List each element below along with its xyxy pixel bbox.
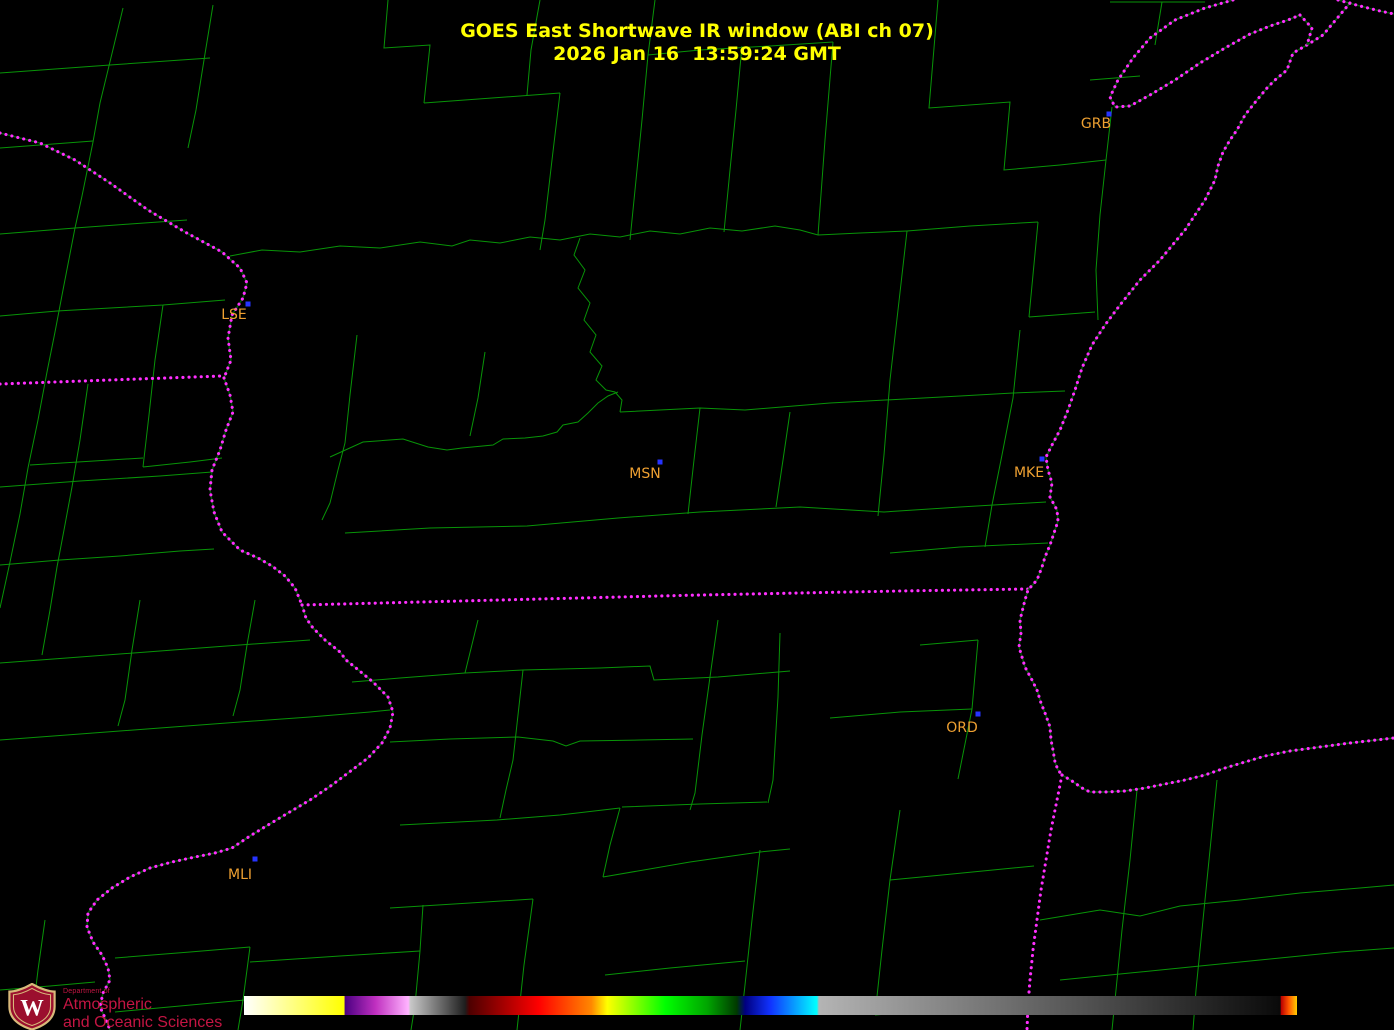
crest-letter: W	[20, 996, 44, 1022]
image-title-block: GOES East Shortwave IR window (ABI ch 07…	[0, 20, 1394, 66]
uw-aos-logo: W Department of Atmospheric and Oceanic …	[7, 983, 222, 1030]
county-boundary-line	[322, 443, 345, 520]
station-dot-ORD	[976, 712, 981, 717]
county-boundary-line	[890, 543, 1048, 553]
county-boundary-line	[1029, 312, 1095, 317]
county-boundary-line	[352, 666, 790, 682]
county-boundary-line	[424, 93, 560, 103]
county-boundary-line	[0, 472, 212, 487]
county-boundary-line	[115, 947, 250, 958]
mississippi-river-lower-dotted	[87, 605, 393, 1030]
wi-il-border-dotted	[302, 589, 1028, 605]
county-boundary-line	[776, 412, 790, 507]
station-label-MSN: MSN	[629, 466, 660, 482]
station-label-MKE: MKE	[1014, 465, 1044, 481]
lake-michigan-west-shore-dotted	[1019, 3, 1350, 775]
county-boundary-line	[250, 951, 420, 962]
mississippi-river-mid-dotted	[210, 378, 302, 605]
station-label-MLI: MLI	[228, 867, 252, 883]
county-boundary-line	[30, 458, 143, 465]
mississippi-river-upper-dotted	[0, 133, 247, 378]
county-boundary-line	[620, 399, 905, 412]
station-label-LSE: LSE	[221, 307, 247, 323]
lake-michigan-west-shore-shoreline	[1019, 3, 1350, 775]
county-boundary-line	[390, 899, 533, 908]
ir-enhancement-colorbar	[244, 996, 1297, 1015]
county-boundary-line	[345, 335, 357, 443]
county-boundary-line	[118, 600, 140, 726]
county-boundary-line	[540, 93, 560, 250]
county-boundary-line	[1193, 780, 1217, 1030]
county-boundary-line	[0, 311, 57, 316]
logo-name-line1: Atmospheric	[63, 997, 222, 1013]
county-boundary-line	[345, 502, 1046, 533]
county-boundary-line	[57, 300, 225, 311]
county-boundary-line	[985, 330, 1020, 547]
county-boundary-line	[1090, 76, 1140, 80]
mn-ia-border-dotted	[0, 376, 222, 384]
county-boundary-line	[690, 620, 718, 810]
county-boundary-line	[724, 46, 742, 232]
logo-name-line2: and Oceanic Sciences	[63, 1015, 222, 1030]
county-boundary-line	[143, 458, 222, 467]
county-boundary-line	[818, 231, 907, 235]
lake-michigan-south-shore-dotted	[1062, 738, 1394, 792]
lake-michigan-south-shore-shoreline	[1062, 738, 1394, 792]
mississippi-river-upper-shoreline	[0, 133, 247, 378]
county-boundary-line	[622, 802, 767, 807]
county-boundary-line	[878, 231, 907, 516]
county-boundary-line	[42, 384, 88, 655]
map-canvas: GRB LSE MSN MKE ORD MLI	[0, 0, 1394, 1030]
il-in-border-dotted	[1027, 775, 1062, 1030]
county-boundary-line	[0, 710, 390, 740]
county-boundary-line	[875, 810, 900, 1015]
county-boundary-line	[1096, 107, 1112, 320]
county-boundary-line	[400, 808, 620, 825]
county-boundary-line	[233, 600, 255, 716]
county-boundary-line	[238, 947, 250, 1030]
county-boundary-line	[500, 670, 523, 818]
county-boundary-line	[920, 640, 978, 645]
county-boundary-line	[1060, 948, 1394, 980]
county-boundary-line	[465, 620, 478, 673]
county-boundary-line	[230, 226, 818, 256]
county-boundary-line	[603, 808, 620, 877]
county-boundary-line	[0, 228, 75, 234]
county-boundary-line	[890, 866, 1034, 880]
station-label-GRB: GRB	[1081, 116, 1111, 132]
county-boundary-line	[905, 391, 1065, 399]
county-boundary-line	[0, 549, 214, 565]
county-boundary-line	[330, 392, 618, 457]
product-title: GOES East Shortwave IR window (ABI ch 07…	[0, 20, 1394, 43]
county-boundary-line	[830, 709, 972, 718]
county-boundary-line	[1029, 222, 1038, 317]
county-boundary-line	[0, 640, 310, 663]
timestamp: 2026 Jan 16 13:59:24 GMT	[0, 43, 1394, 66]
station-dot-MSN	[658, 460, 663, 465]
logo-dept-line: Department of	[63, 988, 222, 995]
satellite-image-viewer: GRB LSE MSN MKE ORD MLI GOES East Shortwave I…	[0, 0, 1394, 1030]
county-boundary-line	[143, 305, 163, 467]
mississippi-river-mid-shoreline	[210, 378, 302, 605]
county-boundary-line	[1040, 885, 1394, 920]
station-label-ORD: ORD	[946, 720, 978, 736]
logo-text: Department of Atmospheric and Oceanic Sc…	[63, 983, 222, 1030]
county-boundary-line	[818, 42, 833, 235]
mississippi-river-lower-shoreline	[87, 605, 393, 1030]
county-boundary-line	[390, 737, 693, 746]
county-boundary-line	[630, 55, 648, 240]
station-dot-MLI	[253, 857, 258, 862]
station-dot-LSE	[246, 302, 251, 307]
county-boundary-line	[768, 633, 780, 803]
station-dot-MKE	[1040, 457, 1045, 462]
county-boundary-line	[603, 849, 790, 877]
county-boundary-line	[470, 352, 485, 436]
county-boundary-line	[574, 238, 622, 412]
county-boundary-line	[907, 222, 1038, 231]
uw-crest-icon: W	[7, 983, 57, 1030]
county-boundary-line	[1112, 790, 1137, 1030]
county-boundary-line	[605, 961, 745, 975]
county-boundary-line	[688, 408, 700, 514]
